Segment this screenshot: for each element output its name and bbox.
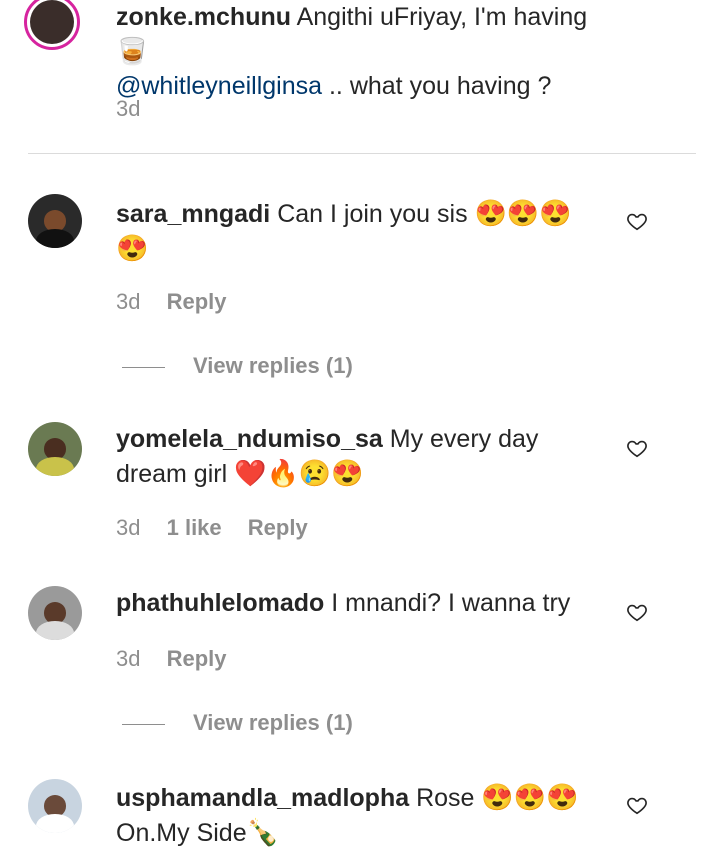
reply-button[interactable]: Reply: [167, 646, 227, 671]
drink-emoji: 🥃: [116, 36, 149, 66]
comment-time: 3d: [116, 289, 141, 314]
replies-line: [122, 723, 165, 725]
comment-meta: 3d Reply: [116, 289, 247, 315]
view-replies-label: View replies (1): [193, 353, 353, 378]
comment-emojis-line2: 😍: [116, 233, 149, 263]
caption-body: Angithi uFriyay, I'm having: [296, 3, 588, 31]
comment-text: sara_mngadi Can I join you sis 😍😍😍 😍: [116, 196, 606, 266]
caption-text: zonke.mchunu Angithi uFriyay, I'm having…: [116, 0, 606, 103]
heart-outline-icon[interactable]: [626, 794, 648, 816]
comment-username[interactable]: usphamandla_madlopha: [116, 784, 409, 812]
comment-text: usphamandla_madlopha Rose 😍😍😍 On.My Side…: [116, 780, 606, 850]
caption-meta: 3d: [116, 96, 160, 122]
comment-body: My every day: [389, 425, 539, 453]
reply-button[interactable]: Reply: [248, 515, 308, 540]
comment-text: phathuhlelomado I mnandi? I wanna try: [116, 586, 606, 620]
comment-username[interactable]: phathuhlelomado: [116, 589, 324, 617]
comment-body: Can I join you sis: [277, 200, 468, 228]
comment-emojis-line2: 🍾: [246, 817, 279, 847]
comment-time: 3d: [116, 646, 141, 671]
comment-body: I mnandi? I wanna try: [331, 589, 571, 617]
comment-username[interactable]: yomelela_ndumiso_sa: [116, 425, 383, 453]
caption-username[interactable]: zonke.mchunu: [116, 3, 291, 31]
comment-text: yomelela_ndumiso_sa My every day dream g…: [116, 422, 606, 491]
comment-meta: 3d 1 like Reply: [116, 515, 328, 541]
caption-divider: [28, 153, 696, 154]
comment-emojis: ❤️🔥😢😍: [234, 458, 364, 488]
commenter-avatar[interactable]: [28, 586, 82, 640]
replies-line: [122, 366, 165, 368]
comment-body: Rose: [416, 784, 475, 812]
caption-time: 3d: [116, 96, 141, 121]
view-replies-button[interactable]: View replies (1): [122, 353, 353, 379]
post-caption: zonke.mchunu Angithi uFriyay, I'm having…: [0, 0, 720, 154]
commenter-avatar[interactable]: [28, 194, 82, 248]
heart-outline-icon[interactable]: [626, 437, 648, 459]
comment-username[interactable]: sara_mngadi: [116, 200, 270, 228]
caption-author-avatar[interactable]: [24, 0, 80, 50]
comment-emojis: 😍😍😍: [474, 198, 572, 228]
commenter-avatar[interactable]: [28, 779, 82, 833]
reply-button[interactable]: Reply: [167, 289, 227, 314]
comment-body-line2: dream girl: [116, 460, 228, 488]
commenter-avatar[interactable]: [28, 422, 82, 476]
heart-outline-icon[interactable]: [626, 210, 648, 232]
comment-emojis: 😍😍😍: [481, 782, 579, 812]
comment-meta: 3d Reply: [116, 646, 247, 672]
view-replies-button[interactable]: View replies (1): [122, 710, 353, 736]
heart-outline-icon[interactable]: [626, 601, 648, 623]
view-replies-label: View replies (1): [193, 710, 353, 735]
comment-time: 3d: [116, 515, 141, 540]
caption-body-end: .. what you having ?: [328, 72, 552, 100]
comment-body-line2: On.My Side: [116, 819, 247, 847]
likes-count[interactable]: 1 like: [167, 515, 222, 540]
